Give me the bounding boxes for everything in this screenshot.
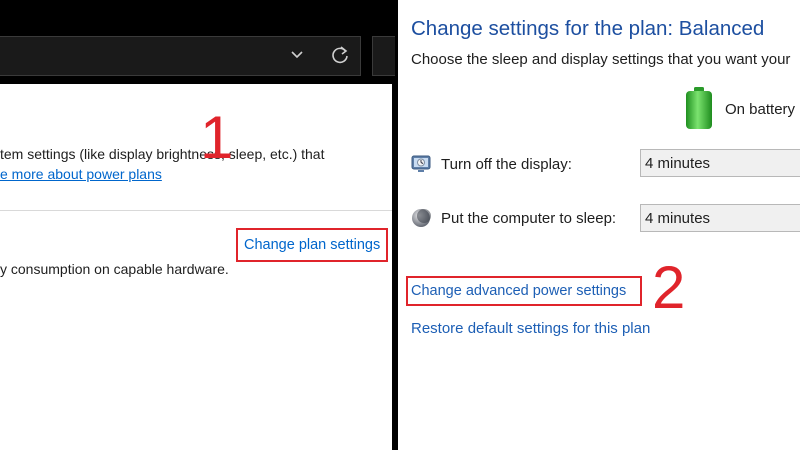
control-panel-power-options: tem settings (like display brightness, s… — [0, 0, 395, 450]
change-advanced-power-settings-link[interactable]: Change advanced power settings — [411, 283, 626, 299]
step-number-1: 1 — [200, 104, 234, 171]
display-icon — [411, 155, 431, 172]
page-subtitle: Choose the sleep and display settings th… — [411, 51, 791, 68]
change-plan-settings-link[interactable]: Change plan settings — [244, 237, 380, 253]
sleep-label: Put the computer to sleep: — [441, 210, 617, 227]
battery-icon — [686, 87, 712, 129]
plan-battery-description: y consumption on capable hardware. — [0, 261, 229, 277]
divider — [0, 210, 392, 211]
chevron-down-icon[interactable] — [288, 46, 306, 64]
search-input[interactable] — [372, 36, 395, 76]
advanced-settings-highlight: Change advanced power settings — [406, 276, 642, 306]
address-bar[interactable] — [0, 36, 361, 76]
refresh-icon[interactable] — [329, 44, 351, 66]
edit-plan-settings-window: Change settings for the plan: Balanced C… — [398, 0, 800, 450]
change-plan-settings-highlight: Change plan settings — [236, 228, 388, 262]
restore-defaults-link[interactable]: Restore default settings for this plan — [411, 320, 650, 337]
learn-more-link[interactable]: e more about power plans — [0, 166, 162, 182]
power-plan-content: tem settings (like display brightness, s… — [0, 84, 392, 450]
display-off-dropdown[interactable]: 4 minutes — [640, 149, 800, 177]
on-battery-label: On battery — [725, 101, 796, 118]
display-off-label: Turn off the display: — [441, 156, 572, 173]
sleep-dropdown[interactable]: 4 minutes — [640, 204, 800, 232]
step-number-2: 2 — [652, 254, 686, 321]
page-title: Change settings for the plan: Balanced — [411, 17, 765, 40]
display-off-value: 4 minutes — [645, 155, 711, 172]
plan-description: tem settings (like display brightness, s… — [0, 146, 325, 162]
sleep-value: 4 minutes — [645, 210, 711, 227]
sleep-moon-icon — [412, 209, 431, 227]
